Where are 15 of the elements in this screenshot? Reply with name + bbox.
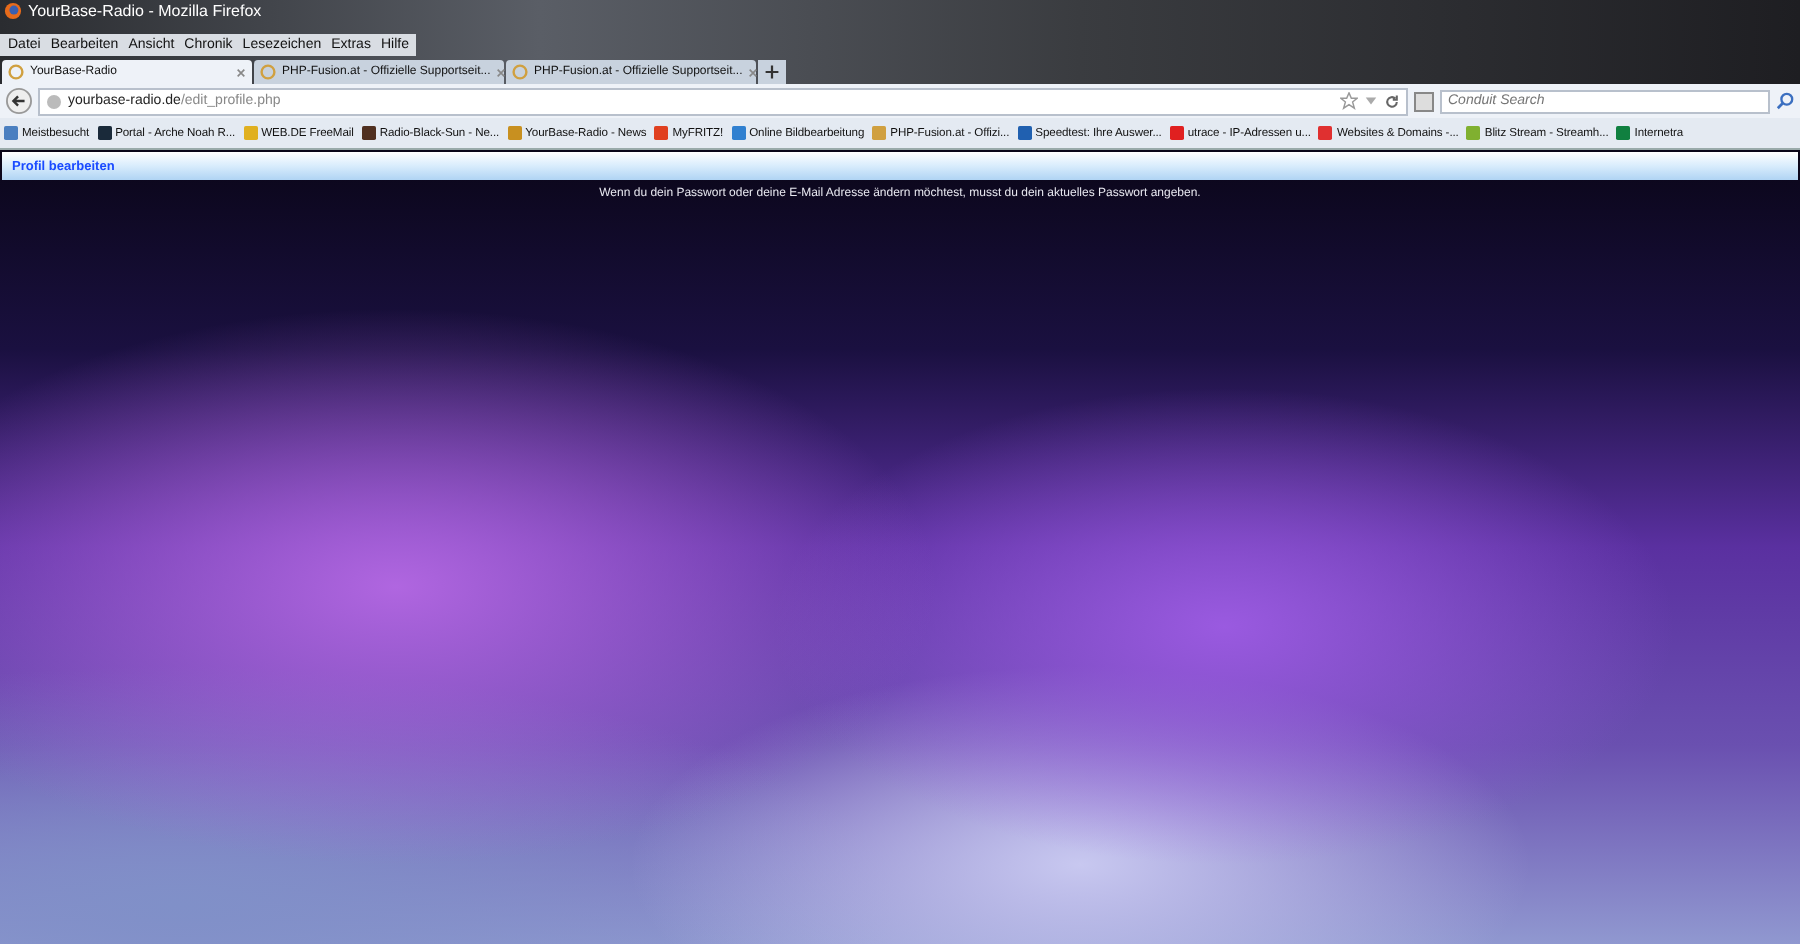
tab-favicon-icon [260, 64, 276, 80]
tab-favicon-icon [8, 64, 24, 80]
plus-icon [764, 64, 780, 80]
close-tab-icon[interactable] [748, 67, 759, 77]
new-tab-button[interactable] [758, 60, 786, 84]
search-icon[interactable] [1776, 92, 1794, 110]
tab-favicon-icon [512, 64, 528, 80]
star-icon[interactable] [1340, 92, 1358, 110]
search-engine-icon[interactable] [1414, 91, 1434, 111]
back-button[interactable] [6, 88, 32, 114]
browser-logo-icon [4, 2, 22, 20]
close-tab-icon[interactable] [496, 67, 507, 77]
close-tab-icon[interactable] [236, 67, 246, 77]
window-title: YourBase-Radio - Mozilla Firefox [28, 2, 262, 20]
reload-icon[interactable] [1384, 93, 1400, 109]
